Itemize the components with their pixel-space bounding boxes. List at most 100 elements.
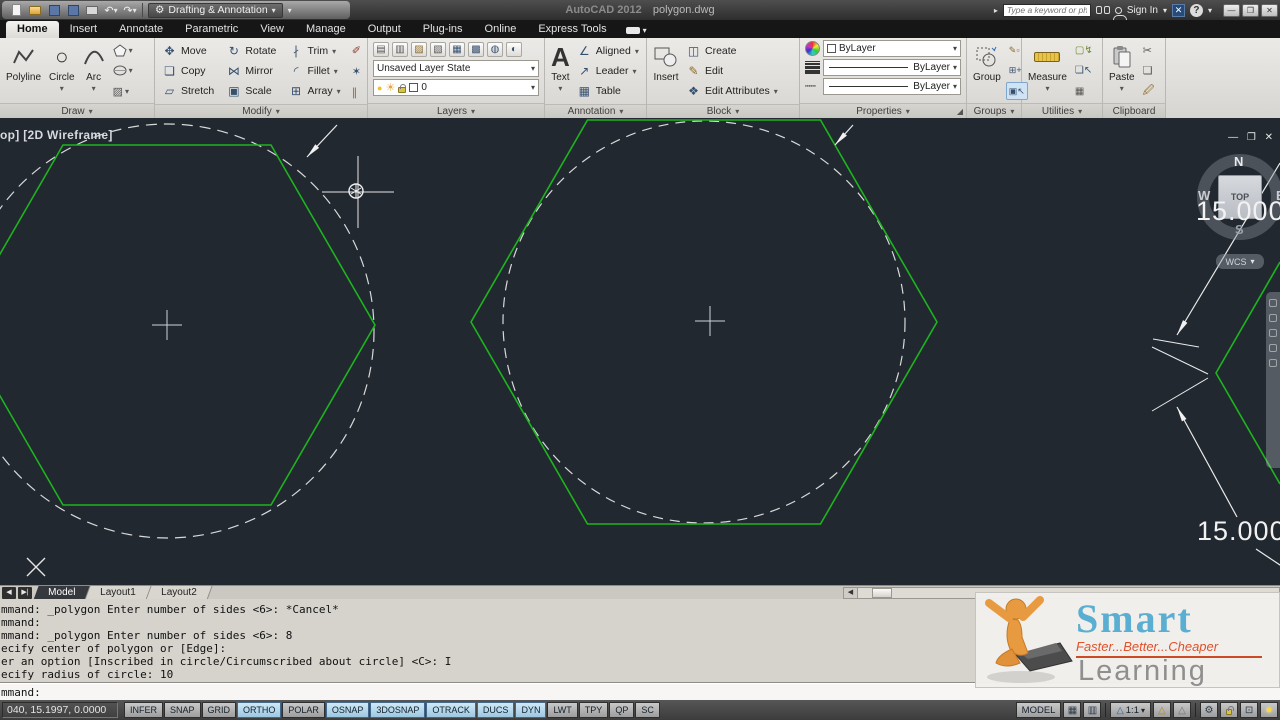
toggle-3dosnap[interactable]: 3DOSNAP xyxy=(370,702,426,718)
layer-lock-icon[interactable]: ◍ xyxy=(487,41,503,57)
polyline-button[interactable]: Polyline xyxy=(3,40,44,101)
ellipse-button[interactable]: ▾ xyxy=(110,62,136,80)
draw-panel-label[interactable]: Draw ▾ xyxy=(0,103,154,118)
move-button[interactable]: ✥ Move xyxy=(160,41,218,61)
viewport-window-controls[interactable]: — ❐ ✕ xyxy=(1228,132,1276,143)
annotation-panel-label[interactable]: Annotation ▾ xyxy=(545,104,646,118)
rotate-button[interactable]: ↻ Rotate xyxy=(224,41,280,61)
lineweight-icon[interactable] xyxy=(805,61,820,74)
restore-icon[interactable]: ❐ xyxy=(1242,3,1259,17)
text-button[interactable]: A Text ▾ xyxy=(548,40,573,102)
tab-view[interactable]: View xyxy=(249,21,295,38)
toggle-polar[interactable]: POLAR xyxy=(282,702,325,718)
drawing-canvas[interactable]: op] [2D Wireframe] — ❐ ✕ N W S E TOP WCS… xyxy=(0,118,1280,585)
measure-button[interactable]: Measure ▾ xyxy=(1025,40,1070,101)
layer-freeze-icon[interactable]: ▦ xyxy=(449,41,465,57)
search-arrow-icon[interactable]: ▸ xyxy=(994,6,998,15)
annotation-scale-button[interactable]: △ 1:1 ▾ xyxy=(1110,702,1151,718)
cut-button[interactable]: ✂ xyxy=(1140,41,1158,59)
navigation-bar[interactable] xyxy=(1266,292,1280,468)
toggle-ducs[interactable]: DUCS xyxy=(476,702,515,718)
viewcube-north[interactable]: N xyxy=(1234,154,1243,169)
hatch-button[interactable]: ▨ ▾ xyxy=(110,82,136,100)
workspace-switching-icon[interactable]: ⚙ xyxy=(1200,702,1218,718)
tab-manage[interactable]: Manage xyxy=(295,21,357,38)
mirror-button[interactable]: ⋈ Mirror xyxy=(224,61,280,81)
quick-calc-button[interactable]: ▦ xyxy=(1072,82,1096,100)
minimize-icon[interactable]: — xyxy=(1223,3,1240,17)
paste-button[interactable]: Paste ▾ xyxy=(1106,40,1138,101)
array-button[interactable]: ⊞ Array ▾ xyxy=(287,81,345,101)
layout-icon[interactable]: ▦ xyxy=(1063,702,1082,718)
copy-button[interactable]: ❏ Copy xyxy=(160,61,218,81)
explode-button[interactable]: ✶ xyxy=(349,62,364,80)
coordinate-display[interactable]: 040, 15.1997, 0.0000 xyxy=(2,702,118,718)
toggle-dyn[interactable]: DYN xyxy=(515,702,547,718)
ribbon-minimize-button[interactable]: ▾ xyxy=(625,26,647,35)
toolbar-lock-icon[interactable] xyxy=(1220,702,1238,718)
tab-output[interactable]: Output xyxy=(357,21,412,38)
layer-properties-icon[interactable]: ▤ xyxy=(373,41,389,57)
layer-prev-icon[interactable]: ▨ xyxy=(411,41,427,57)
scale-button[interactable]: ▣ Scale xyxy=(224,81,280,101)
aligned-dimension-button[interactable]: ∠ Aligned ▾ xyxy=(575,41,643,61)
groups-panel-label[interactable]: Groups ▾ xyxy=(967,103,1021,118)
modify-panel-label[interactable]: Modify ▾ xyxy=(155,104,367,118)
toggle-osnap[interactable]: OSNAP xyxy=(325,702,370,718)
annotation-visibility-icon[interactable]: △ xyxy=(1153,702,1171,718)
edit-block-button[interactable]: ✎ Edit xyxy=(684,61,796,81)
linetype-dropdown[interactable]: ByLayer ▾ xyxy=(823,78,961,95)
layer-isolate-icon[interactable]: ▧ xyxy=(430,41,446,57)
lineweight-dropdown[interactable]: ByLayer ▾ xyxy=(823,59,961,76)
edit-attributes-button[interactable]: ❖ Edit Attributes ▾ xyxy=(684,81,796,101)
block-panel-label[interactable]: Block ▾ xyxy=(647,104,799,118)
scrollbar-thumb[interactable] xyxy=(872,588,892,598)
clean-screen-icon[interactable]: ⊡ xyxy=(1240,702,1258,718)
scroll-left-icon[interactable]: ◀ xyxy=(844,588,858,598)
tab-nav-prev-icon[interactable]: ◀ xyxy=(2,587,16,599)
tab-layout2[interactable]: Layout2 xyxy=(146,586,212,600)
exchange-icon[interactable]: ✕ xyxy=(1171,3,1185,17)
leader-button[interactable]: ↗ Leader ▾ xyxy=(575,61,643,81)
stretch-button[interactable]: ▱ Stretch xyxy=(160,81,218,101)
autoscale-icon[interactable]: △ xyxy=(1173,702,1191,718)
create-block-button[interactable]: ◫ Create xyxy=(684,41,796,61)
wcs-dropdown[interactable]: WCS ▾ xyxy=(1216,254,1264,269)
color-dropdown[interactable]: ByLayer ▾ xyxy=(823,40,961,57)
layer-walk-icon[interactable]: ◐ xyxy=(506,41,522,57)
tab-plugins[interactable]: Plug-ins xyxy=(412,21,474,38)
layers-panel-label[interactable]: Layers ▾ xyxy=(368,103,544,118)
tab-home[interactable]: Home xyxy=(6,21,59,38)
layer-off-icon[interactable]: ▩ xyxy=(468,41,484,57)
tab-nav-last-icon[interactable]: ▶| xyxy=(18,587,32,599)
layer-dropdown[interactable]: ● ☀ 0 ▾ xyxy=(373,79,539,96)
erase-button[interactable]: ✐ xyxy=(349,41,364,59)
linetype-icon[interactable]: ┅┅ xyxy=(805,81,820,92)
binoculars-icon[interactable] xyxy=(1095,5,1110,15)
toggle-lwt[interactable]: LWT xyxy=(547,702,578,718)
tab-annotate[interactable]: Annotate xyxy=(108,21,174,38)
match-properties-button[interactable]: 🖉 xyxy=(1140,82,1158,100)
quick-calc-select-button[interactable]: ❏↖ xyxy=(1072,62,1096,80)
isolate-objects-icon[interactable]: ● xyxy=(1260,702,1278,718)
table-button[interactable]: ▦ Table xyxy=(575,81,643,101)
arc-button[interactable]: Arc ▾ xyxy=(80,40,108,101)
search-input[interactable] xyxy=(1002,3,1091,17)
trim-button[interactable]: ∤ Trim ▾ xyxy=(287,41,345,61)
insert-block-button[interactable]: Insert xyxy=(650,40,682,102)
toggle-snap[interactable]: SNAP xyxy=(164,702,201,718)
properties-dialog-launcher-icon[interactable]: ◢ xyxy=(957,107,963,116)
object-color-icon[interactable] xyxy=(805,41,820,56)
utilities-panel-label[interactable]: Utilities ▾ xyxy=(1022,103,1102,118)
viewport-controls-label[interactable]: op] [2D Wireframe] xyxy=(0,128,113,142)
tab-online[interactable]: Online xyxy=(474,21,528,38)
close-icon[interactable]: ✕ xyxy=(1261,3,1278,17)
toggle-qp[interactable]: QP xyxy=(609,702,635,718)
tab-layout1[interactable]: Layout1 xyxy=(85,586,152,600)
toggle-grid[interactable]: GRID xyxy=(201,702,237,718)
quick-select-button[interactable]: ▢↯ xyxy=(1072,41,1096,59)
help-icon[interactable]: ? xyxy=(1189,3,1203,17)
tab-model[interactable]: Model xyxy=(33,586,91,600)
tab-express-tools[interactable]: Express Tools xyxy=(527,21,617,38)
toggle-otrack[interactable]: OTRACK xyxy=(426,702,476,718)
